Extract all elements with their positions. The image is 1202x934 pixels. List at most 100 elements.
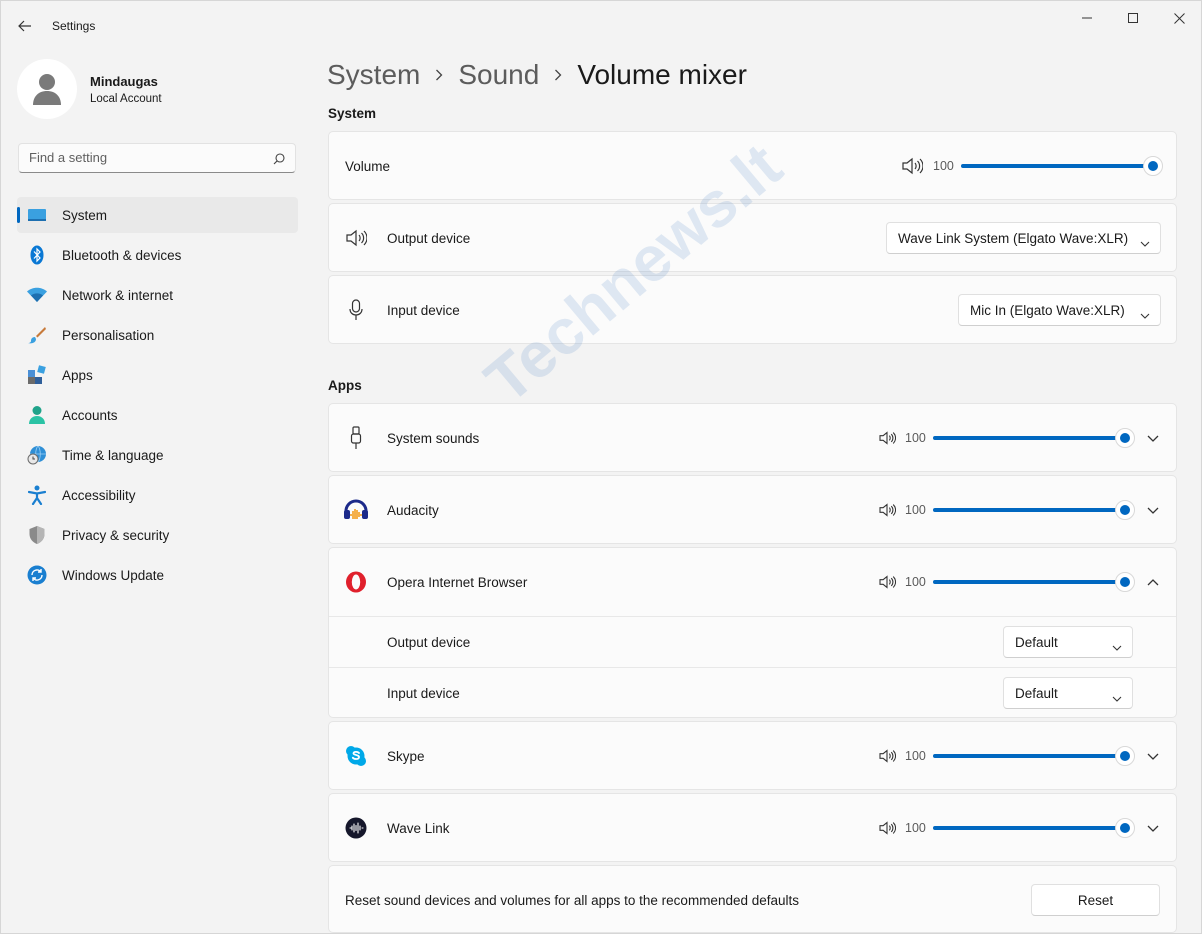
person-icon: [27, 405, 47, 425]
speaker-icon[interactable]: [876, 745, 898, 767]
slider-thumb[interactable]: [1115, 818, 1135, 838]
app-card-audacity: Audacity 100: [328, 475, 1177, 544]
speaker-icon[interactable]: [876, 499, 898, 521]
profile-name: Mindaugas: [90, 74, 158, 89]
update-icon: [27, 565, 47, 585]
app-card-wave-link: Wave Link 100: [328, 793, 1177, 862]
speaker-icon[interactable]: [876, 427, 898, 449]
audacity-icon: [343, 498, 369, 520]
chevron-down-icon: [1140, 234, 1150, 252]
expand-button[interactable]: [1141, 816, 1165, 840]
app-card-system-sounds: System sounds 100: [328, 403, 1177, 472]
app-volume-slider[interactable]: [933, 428, 1135, 448]
input-device-dropdown[interactable]: Mic In (Elgato Wave:XLR): [958, 294, 1161, 326]
breadcrumb-sound[interactable]: Sound: [458, 59, 539, 91]
reset-button[interactable]: Reset: [1031, 884, 1160, 916]
volume-label: Volume: [345, 159, 391, 174]
page-title: Volume mixer: [577, 59, 747, 90]
slider-track: [933, 508, 1125, 512]
chevron-right-icon: [554, 69, 562, 81]
back-button[interactable]: [11, 13, 39, 39]
app-volume-slider[interactable]: [933, 500, 1135, 520]
opera-output-device-dropdown[interactable]: Default: [1003, 626, 1133, 658]
breadcrumb: System Sound Volume mixer: [327, 59, 747, 91]
sidebar-item-system[interactable]: System: [17, 197, 298, 233]
chevron-right-icon: [435, 69, 443, 81]
sidebar-item-accessibility[interactable]: Accessibility: [17, 477, 298, 513]
expand-button[interactable]: [1141, 744, 1165, 768]
system-sounds-icon: [345, 426, 367, 449]
opera-input-device-value: Default: [1015, 686, 1058, 701]
app-volume-slider[interactable]: [933, 818, 1135, 838]
search-box[interactable]: [18, 143, 296, 173]
slider-thumb[interactable]: [1115, 572, 1135, 592]
bluetooth-icon: [27, 245, 47, 265]
profile-account-type: Local Account: [90, 93, 162, 105]
sidebar-item-label: Time & language: [62, 448, 164, 463]
system-volume-slider[interactable]: [961, 156, 1163, 176]
volume-value: 100: [905, 749, 926, 763]
skype-icon: [345, 745, 367, 767]
speaker-icon[interactable]: [901, 155, 923, 177]
search-icon[interactable]: [273, 152, 285, 170]
system-section-heading: System: [328, 106, 377, 121]
sidebar-item-windows-update[interactable]: Windows Update: [17, 557, 298, 593]
sidebar-item-accounts[interactable]: Accounts: [17, 397, 298, 433]
sidebar-item-apps[interactable]: Apps: [17, 357, 298, 393]
slider-thumb[interactable]: [1115, 428, 1135, 448]
slider-thumb[interactable]: [1143, 156, 1163, 176]
divider: [329, 616, 1176, 617]
slider-track: [961, 164, 1153, 168]
opera-input-device-dropdown[interactable]: Default: [1003, 677, 1133, 709]
search-input[interactable]: [29, 150, 259, 165]
minimize-button[interactable]: [1064, 1, 1110, 35]
sidebar-item-network[interactable]: Network & internet: [17, 277, 298, 313]
sidebar-item-label: Network & internet: [62, 288, 174, 303]
chevron-down-icon: [1147, 507, 1159, 514]
app-name: Opera Internet Browser: [387, 575, 528, 590]
speaker-icon[interactable]: [876, 817, 898, 839]
slider-thumb[interactable]: [1115, 500, 1135, 520]
sidebar-item-time-language[interactable]: Time & language: [17, 437, 298, 473]
collapse-button[interactable]: [1141, 570, 1165, 594]
slider-track: [933, 436, 1125, 440]
chevron-up-icon: [1147, 578, 1159, 585]
globe-clock-icon: [27, 445, 47, 465]
sidebar-nav: System Bluetooth & devices Network & int…: [17, 197, 298, 597]
maximize-button[interactable]: [1110, 1, 1156, 35]
breadcrumb-system[interactable]: System: [327, 59, 420, 91]
wifi-icon: [27, 285, 47, 305]
sidebar-item-bluetooth[interactable]: Bluetooth & devices: [17, 237, 298, 273]
app-volume-slider[interactable]: [933, 572, 1135, 592]
expand-button[interactable]: [1141, 498, 1165, 522]
active-indicator: [17, 207, 20, 223]
sidebar-item-personalisation[interactable]: Personalisation: [17, 317, 298, 353]
volume-value: 100: [905, 821, 926, 835]
reset-card: Reset sound devices and volumes for all …: [328, 865, 1177, 933]
wave-link-icon: [345, 817, 367, 839]
app-volume-slider[interactable]: [933, 746, 1135, 766]
minimize-icon: [1082, 17, 1092, 19]
speaker-icon[interactable]: [876, 571, 898, 593]
slider-thumb[interactable]: [1115, 746, 1135, 766]
chevron-down-icon: [1147, 753, 1159, 760]
settings-window: Settings Mindaugas Local Account Find a …: [0, 0, 1202, 934]
close-button[interactable]: [1156, 1, 1201, 35]
user-profile[interactable]: Mindaugas Local Account: [17, 57, 297, 121]
app-title: Settings: [52, 19, 96, 33]
output-device-card: Output device Wave Link System (Elgato W…: [328, 203, 1177, 272]
speaker-icon: [345, 227, 367, 249]
opera-output-device-value: Default: [1015, 635, 1058, 650]
app-name: Audacity: [387, 503, 439, 518]
sidebar-item-privacy-security[interactable]: Privacy & security: [17, 517, 298, 553]
sidebar-item-label: Apps: [62, 368, 93, 383]
system-icon: [27, 205, 47, 225]
expand-button[interactable]: [1141, 426, 1165, 450]
chevron-down-icon: [1112, 638, 1122, 656]
chevron-down-icon: [1140, 306, 1150, 324]
output-device-value: Wave Link System (Elgato Wave:XLR): [898, 231, 1129, 246]
divider: [329, 667, 1176, 668]
title-bar: Settings: [1, 1, 1201, 51]
slider-track: [933, 754, 1125, 758]
output-device-dropdown[interactable]: Wave Link System (Elgato Wave:XLR): [886, 222, 1161, 254]
